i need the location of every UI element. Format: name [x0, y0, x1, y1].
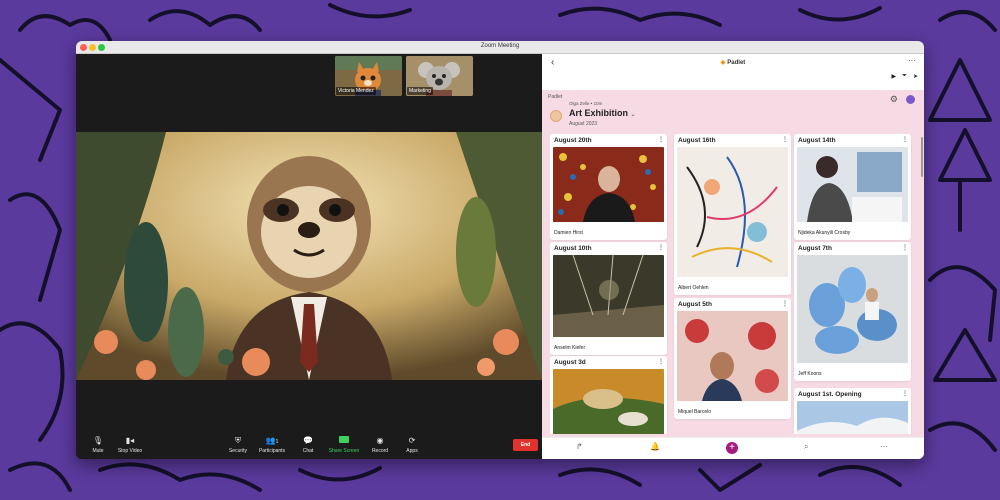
record-icon: ◉	[376, 436, 384, 445]
post-card[interactable]: August 14th ⋮ Njideka Akunyili Crosby	[794, 134, 911, 240]
post-menu-icon[interactable]: ⋮	[658, 244, 664, 251]
post-image	[797, 255, 908, 368]
board-title: Art Exhibition ⌄	[569, 108, 636, 118]
scrollbar[interactable]	[921, 137, 923, 177]
post-image	[677, 311, 788, 406]
post-menu-icon[interactable]: ⋮	[782, 136, 788, 143]
zoom-window: Zoom Meeting Victoria Mendez Marketing 🎙…	[76, 41, 924, 459]
post-title: August 7th	[798, 245, 832, 252]
participants-button[interactable]: 👥1 Participants	[254, 436, 290, 454]
breadcrumb[interactable]: Padlet	[548, 94, 562, 100]
post-image	[677, 147, 788, 282]
post-menu-icon[interactable]: ⋮	[658, 358, 664, 365]
more-options-icon[interactable]: ···	[908, 56, 916, 65]
padlet-bottom-bar: ↱ 🔔 + ⌕ ···	[542, 437, 924, 459]
board-header: Padlet Olga Zelle • 10m Art Exhibition ⌄…	[542, 90, 924, 134]
board-author: Olga Zelle • 10m	[569, 101, 603, 106]
post-caption: Damien Hirst	[554, 230, 583, 236]
share-screen-icon	[326, 436, 362, 446]
post-caption: Anselm Kiefer	[554, 345, 586, 351]
user-avatar-icon[interactable]	[906, 95, 915, 104]
padlet-logo-icon: ◆	[720, 60, 726, 66]
sloth-speaker-image	[76, 132, 542, 380]
participant-name: Victoria Mendez	[336, 87, 376, 95]
participants-count: 1	[275, 439, 279, 445]
post-title: August 3d	[554, 359, 586, 366]
post-title: August 1st. Opening	[798, 391, 862, 398]
post-card[interactable]: August 3d ⋮	[550, 356, 667, 434]
post-menu-icon[interactable]: ⋮	[902, 390, 908, 397]
post-card[interactable]: August 5th ⋮ Miquel Barcelo	[674, 298, 791, 419]
participant-thumbnail[interactable]: Victoria Mendez	[335, 56, 402, 96]
post-menu-icon[interactable]: ⋮	[658, 136, 664, 143]
post-card[interactable]: August 10th ⋮ Anselm Kiefer	[550, 242, 667, 355]
post-image	[797, 147, 908, 227]
share-screen-button[interactable]: Share Screen	[326, 436, 362, 454]
chat-bubble-icon: 💬	[303, 436, 313, 445]
slideshow-icon[interactable]: ▶	[892, 73, 897, 80]
zoom-panel: Victoria Mendez Marketing 🎙 Mute ▮◂ Stop…	[76, 54, 542, 459]
mute-button[interactable]: 🎙 Mute	[80, 436, 116, 454]
main-video	[76, 132, 542, 380]
end-meeting-button[interactable]: End	[513, 439, 538, 451]
post-caption: Njideka Akunyili Crosby	[798, 230, 851, 236]
post-card[interactable]: August 16th ⋮ Albert Oehlen	[674, 134, 791, 295]
participants-icon: 👥1	[265, 436, 279, 445]
padlet-tools: ▶ ⏷ ➤	[892, 73, 918, 80]
post-caption: Miquel Barcelo	[678, 409, 712, 415]
post-image	[553, 255, 664, 342]
board-subtitle: August 2023	[569, 121, 598, 127]
post-title: August 5th	[678, 301, 712, 308]
share-arrow-icon[interactable]: ↱	[576, 442, 583, 451]
chat-button[interactable]: 💬 Chat	[290, 436, 326, 454]
board-avatar	[550, 110, 562, 122]
more-icon[interactable]: ···	[880, 442, 888, 451]
post-card[interactable]: August 7th ⋮ Jeff Koons	[794, 242, 911, 381]
post-image	[797, 401, 908, 434]
microphone-icon: 🎙	[92, 436, 104, 445]
participant-thumbnail[interactable]: Marketing	[406, 56, 473, 96]
post-menu-icon[interactable]: ⋮	[782, 300, 788, 307]
post-caption: Jeff Koons	[798, 371, 822, 377]
chevron-down-icon[interactable]: ⌄	[631, 112, 636, 118]
window-title: Zoom Meeting	[480, 43, 520, 49]
add-post-button[interactable]: +	[726, 442, 738, 454]
search-icon[interactable]: ⌕	[804, 442, 808, 452]
padlet-app-title: ◆ Padlet	[720, 60, 746, 66]
stop-video-button[interactable]: ▮◂ Stop Video	[112, 436, 148, 454]
post-title: August 10th	[554, 245, 592, 252]
apps-button[interactable]: ⟳ Apps	[394, 436, 430, 454]
security-button[interactable]: ⛨ Security	[220, 436, 256, 454]
apps-icon: ⟳	[408, 436, 416, 445]
post-image	[553, 147, 664, 227]
meeting-controls: 🎙 Mute ▮◂ Stop Video ⛨ Security 👥1 Parti…	[76, 433, 542, 459]
post-menu-icon[interactable]: ⋮	[902, 136, 908, 143]
video-camera-icon: ▮◂	[125, 436, 135, 445]
padlet-panel: ‹ ◆ Padlet ··· ▶ ⏷ ➤ Padlet Olga Zelle • …	[542, 54, 924, 459]
post-caption: Albert Oehlen	[678, 285, 709, 291]
post-title: August 14th	[798, 137, 836, 144]
participant-name: Marketing	[407, 87, 433, 95]
post-title: August 16th	[678, 137, 716, 144]
gear-icon[interactable]: ⚙	[890, 94, 898, 105]
filter-icon[interactable]: ⏷	[902, 73, 907, 80]
record-button[interactable]: ◉ Record	[362, 436, 398, 454]
post-card[interactable]: August 20th ⋮ Damien Hirst	[550, 134, 667, 240]
share-icon[interactable]: ➤	[913, 73, 918, 80]
board-columns: August 20th ⋮ Damien Hirst August 10th ⋮	[550, 134, 916, 434]
post-image	[553, 369, 664, 434]
shield-icon: ⛨	[235, 436, 241, 445]
post-title: August 20th	[554, 137, 592, 144]
bell-icon[interactable]: 🔔	[650, 442, 660, 451]
post-card[interactable]: August 1st. Opening ⋮	[794, 388, 911, 434]
padlet-toolbar: ‹ ◆ Padlet ··· ▶ ⏷ ➤	[542, 54, 924, 90]
title-bar: Zoom Meeting	[76, 41, 924, 54]
post-menu-icon[interactable]: ⋮	[902, 244, 908, 251]
